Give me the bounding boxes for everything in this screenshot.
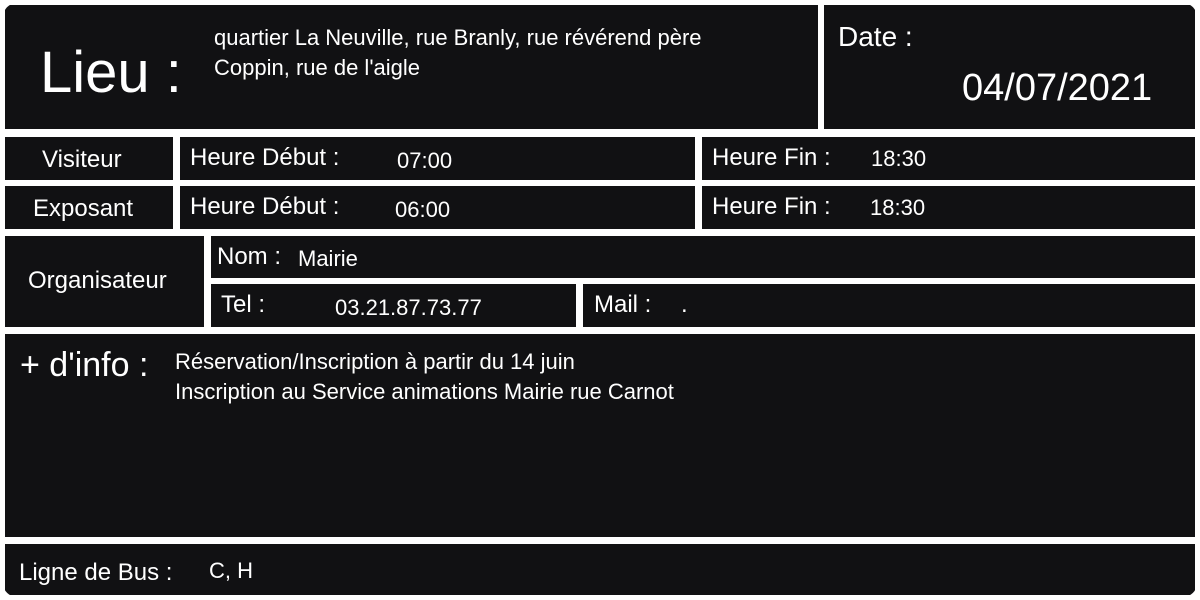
visiteur-fin-value: 18:30 [871,146,927,171]
organisateur-nom-label: Nom : [217,243,282,270]
info-line2: Inscription au Service animations Mairie… [175,379,674,404]
visiteur-debut-cell: Heure Début : 07:00 [180,137,695,180]
lieu-label: Lieu : [40,40,182,105]
info-label: + d'info : [20,346,149,384]
exposant-debut-cell: Heure Début : 06:00 [180,186,695,229]
exposant-fin-cell: Heure Fin : 18:30 [702,186,1195,229]
visiteur-fin-label: Heure Fin : [712,144,831,171]
organisateur-label-cell: Organisateur [5,236,204,327]
event-info-card: Lieu : quartier La Neuville, rue Branly,… [3,3,1197,597]
lieu-address-line2: Coppin, rue de l'aigle [214,55,421,80]
organisateur-mail-cell: Mail : . [583,284,1195,327]
organisateur-tel-cell: Tel : 03.21.87.73.77 [211,284,576,327]
organisateur-tel-value: 03.21.87.73.77 [335,295,482,320]
lieu-cell: Lieu : quartier La Neuville, rue Branly,… [5,5,818,129]
organisateur-nom-value: Mairie [298,246,358,271]
date-label: Date : [838,21,913,52]
organisateur-nom-cell: Nom : Mairie [211,236,1195,278]
lieu-address-line1: quartier La Neuville, rue Branly, rue ré… [214,25,702,50]
exposant-debut-label: Heure Début : [190,193,340,220]
bus-value: C, H [209,558,253,583]
bus-label: Ligne de Bus : [19,559,173,586]
date-value: 04/07/2021 [962,67,1153,109]
visiteur-label: Visiteur [42,146,122,173]
date-cell: Date : 04/07/2021 [824,5,1195,129]
visiteur-label-cell: Visiteur [5,137,173,180]
organisateur-tel-label: Tel : [221,291,266,318]
visiteur-fin-cell: Heure Fin : 18:30 [702,137,1195,180]
bus-cell: Ligne de Bus : C, H [5,544,1195,595]
info-cell: + d'info : Réservation/Inscription à par… [5,334,1195,537]
exposant-fin-value: 18:30 [870,195,926,220]
organisateur-label: Organisateur [28,267,167,294]
exposant-fin-label: Heure Fin : [712,193,831,220]
exposant-label-cell: Exposant [5,186,173,229]
visiteur-debut-label: Heure Début : [190,144,340,171]
info-line1: Réservation/Inscription à partir du 14 j… [175,349,575,374]
exposant-debut-value: 06:00 [395,197,451,222]
exposant-label: Exposant [33,195,134,222]
organisateur-mail-value: . [681,291,688,318]
visiteur-debut-value: 07:00 [397,148,453,173]
organisateur-mail-label: Mail : [594,291,652,318]
